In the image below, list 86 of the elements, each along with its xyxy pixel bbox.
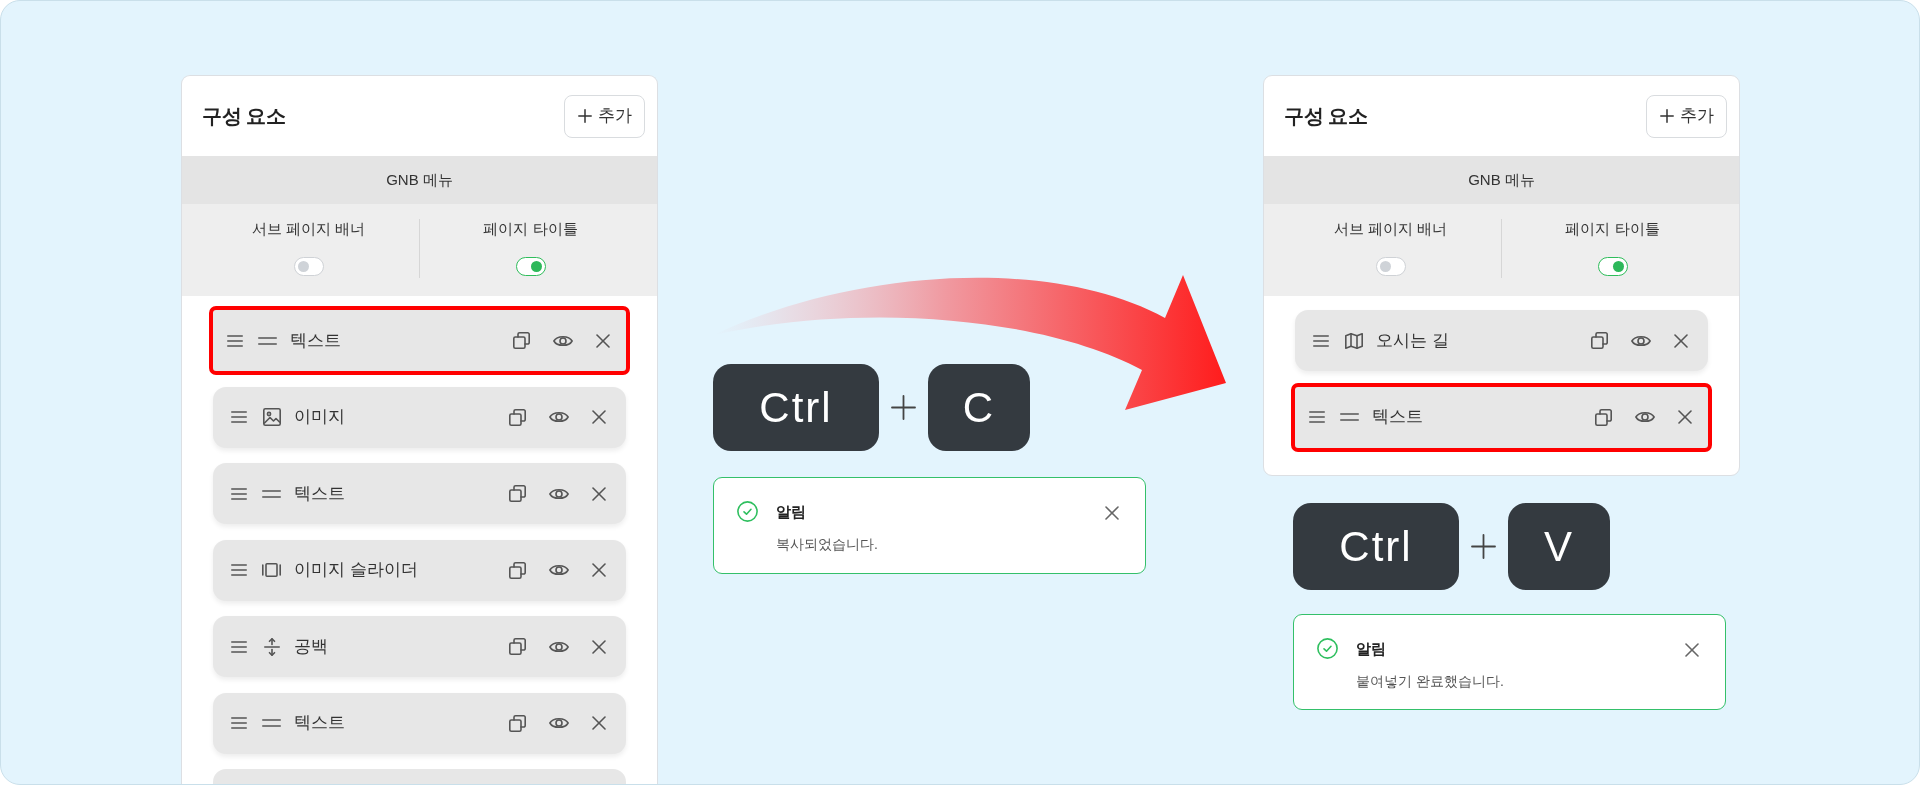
close-icon[interactable]: [592, 486, 606, 501]
text-lines-icon: [1340, 413, 1359, 421]
slider-icon: [262, 563, 281, 577]
item-label: 텍스트: [294, 712, 346, 735]
eye-icon[interactable]: [1635, 410, 1655, 424]
add-button[interactable]: 추가: [564, 94, 645, 138]
component-item[interactable]: 텍스트: [1291, 382, 1712, 452]
close-icon[interactable]: [1678, 410, 1692, 424]
toast-message: 복사되었습니다.: [776, 535, 879, 554]
drag-handle-icon[interactable]: [231, 717, 247, 729]
copy-icon[interactable]: [509, 638, 526, 655]
toggle-switch[interactable]: [1597, 257, 1628, 276]
drag-handle-icon[interactable]: [1313, 334, 1329, 347]
key-cap: C: [928, 364, 1030, 451]
component-item[interactable]: 이미지: [213, 386, 626, 448]
close-icon[interactable]: [592, 716, 606, 730]
copy-icon[interactable]: [509, 408, 526, 426]
plus-icon: [891, 395, 916, 420]
map-icon: [1344, 332, 1363, 349]
text-lines-icon: [262, 719, 281, 727]
copy-icon[interactable]: [509, 714, 526, 732]
section-header: GNB 메뉴: [182, 156, 657, 204]
plus-icon: [1471, 534, 1496, 559]
drag-handle-icon[interactable]: [231, 411, 247, 423]
eye-icon[interactable]: [1631, 333, 1651, 348]
text-lines-icon: [258, 336, 277, 345]
toggle-switch[interactable]: [1375, 257, 1406, 276]
item-label: 텍스트: [294, 482, 346, 505]
key-cap: Ctrl: [1293, 503, 1459, 590]
close-icon[interactable]: [1685, 643, 1699, 657]
toast-message: 붙여넣기 완료했습니다.: [1356, 672, 1505, 691]
text-lines-icon: [262, 489, 281, 498]
eye-icon[interactable]: [553, 333, 573, 348]
panel-title: 구성 요소: [202, 104, 286, 129]
spacing-icon: [263, 637, 280, 656]
check-circle-icon: [1317, 638, 1338, 659]
drag-handle-icon[interactable]: [227, 334, 243, 347]
item-label: 텍스트: [290, 329, 342, 352]
copy-icon[interactable]: [513, 332, 530, 349]
item-label: 오시는 길: [1376, 329, 1450, 352]
close-icon[interactable]: [596, 333, 610, 348]
component-item[interactable]: 텍스트: [209, 306, 630, 375]
toggle-label: 서브 페이지 배너: [251, 219, 366, 239]
item-label: 이미지 슬라이더: [294, 559, 419, 582]
plus-icon: [577, 109, 592, 123]
drag-handle-icon[interactable]: [231, 487, 247, 500]
component-item[interactable]: 이미지 슬라이더: [213, 539, 626, 601]
section-header: GNB 메뉴: [1264, 156, 1739, 204]
add-button[interactable]: 추가: [1646, 94, 1727, 138]
toggle-label: 페이지 타이틀: [1565, 219, 1660, 239]
toggle-label: 페이지 타이틀: [483, 219, 578, 239]
eye-icon[interactable]: [549, 410, 569, 424]
key-cap: V: [1508, 503, 1610, 590]
check-circle-icon: [737, 501, 758, 522]
image-icon: [262, 408, 281, 426]
eye-icon[interactable]: [549, 716, 569, 730]
item-label: 공백: [294, 635, 329, 658]
eye-icon[interactable]: [549, 563, 569, 577]
close-icon[interactable]: [1674, 333, 1688, 348]
component-item[interactable]: 공백: [213, 616, 626, 677]
drag-handle-icon[interactable]: [231, 564, 247, 576]
key-cap: Ctrl: [713, 364, 879, 451]
copy-icon[interactable]: [509, 561, 526, 579]
eye-icon[interactable]: [549, 486, 569, 501]
item-label: 이미지: [294, 406, 346, 429]
copy-icon[interactable]: [509, 485, 526, 502]
copy-icon[interactable]: [1591, 332, 1608, 349]
toggle-label: 서브 페이지 배너: [1333, 219, 1448, 239]
close-icon[interactable]: [592, 410, 606, 424]
close-icon[interactable]: [1105, 506, 1119, 520]
close-icon[interactable]: [592, 639, 606, 654]
item-label: 텍스트: [1372, 406, 1424, 429]
toast-title: 알림: [1356, 639, 1387, 659]
component-item[interactable]: 오시는 길: [1295, 310, 1708, 371]
plus-icon: [1659, 109, 1674, 123]
eye-icon[interactable]: [549, 639, 569, 654]
copy-icon[interactable]: [1595, 408, 1612, 426]
component-item[interactable]: 텍스트: [213, 463, 626, 524]
toggle-switch[interactable]: [515, 257, 546, 276]
panel-title: 구성 요소: [1284, 104, 1368, 129]
close-icon[interactable]: [592, 563, 606, 577]
toast-title: 알림: [776, 502, 807, 522]
component-item[interactable]: 텍스트: [213, 692, 626, 754]
drag-handle-icon[interactable]: [1309, 411, 1325, 423]
drag-handle-icon[interactable]: [231, 640, 247, 653]
toggle-switch[interactable]: [293, 257, 324, 276]
